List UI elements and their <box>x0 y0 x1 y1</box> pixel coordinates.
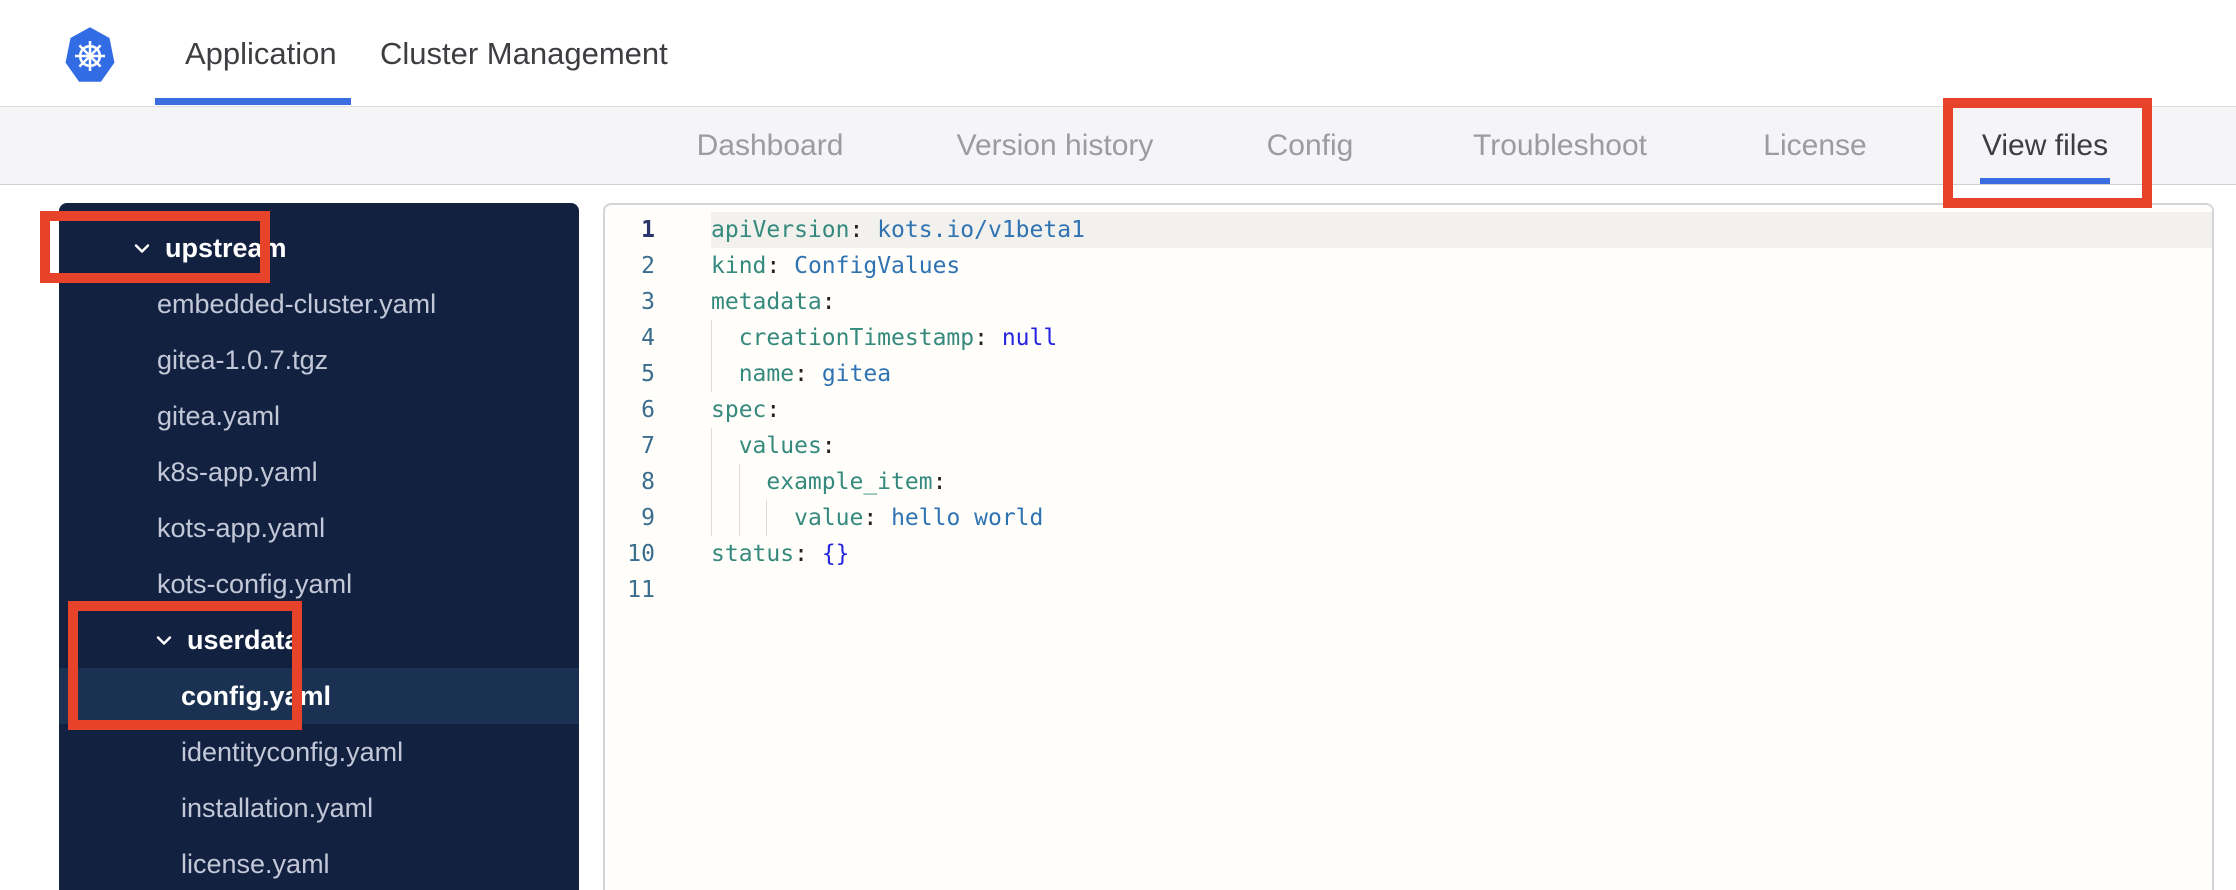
code-line-1: 1 apiVersion: kots.io/v1beta1 <box>605 212 2212 248</box>
tree-folder-userdata[interactable]: userdata <box>59 612 579 668</box>
line-number: 10 <box>627 541 655 567</box>
code-text[interactable]: metadata: <box>711 284 2212 320</box>
indent-guide <box>711 500 712 536</box>
subnav-config[interactable]: Config <box>1267 129 1354 163</box>
tree-item-label: k8s-app.yaml <box>157 456 318 487</box>
code-line-4: 4 creationTimestamp: null <box>605 320 2212 356</box>
app-header: Application Cluster Management <box>0 0 2236 107</box>
tree-item-label: identityconfig.yaml <box>181 736 404 767</box>
subnav-dashboard[interactable]: Dashboard <box>697 129 844 163</box>
code-text[interactable]: values: <box>711 428 2212 464</box>
line-number: 5 <box>641 361 655 387</box>
tree-item-label: userdata <box>187 624 300 655</box>
file-tree-sidebar: upstream embedded-cluster.yaml gitea-1.0.7… <box>59 203 579 890</box>
indent-guide <box>766 500 768 536</box>
code-line-8: 8 example_item: <box>605 464 2212 500</box>
tree-item-label: license.yaml <box>181 848 330 879</box>
helm-wheel-icon <box>74 40 106 72</box>
code-text[interactable]: kind: ConfigValues <box>711 248 2212 284</box>
indent-guide <box>738 464 740 500</box>
code-text[interactable]: status: {} <box>711 536 2212 572</box>
tree-item-label: embedded-cluster.yaml <box>157 288 437 319</box>
tree-item-label: kots-app.yaml <box>157 512 326 543</box>
code-line-2: 2 kind: ConfigValues <box>605 248 2212 284</box>
line-number: 11 <box>627 577 655 603</box>
tree-file-license.yaml[interactable]: license.yaml <box>59 836 579 890</box>
subnav-troubleshoot[interactable]: Troubleshoot <box>1473 129 1647 163</box>
subnav-version-history[interactable]: Version history <box>957 129 1154 163</box>
tab-application[interactable]: Application <box>185 36 337 72</box>
code-line-10: 10 status: {} <box>605 536 2212 572</box>
kubernetes-logo-icon <box>65 27 115 82</box>
line-number: 8 <box>641 469 655 495</box>
tree-item-label: config.yaml <box>181 680 332 711</box>
tree-file-kots-app.yaml[interactable]: kots-app.yaml <box>59 500 579 556</box>
active-tab-underline <box>155 98 351 105</box>
yaml-file-viewer[interactable]: 1 apiVersion: kots.io/v1beta1 2 kind: Confi… <box>603 203 2214 890</box>
code-lines: 1 apiVersion: kots.io/v1beta1 2 kind: Confi… <box>605 212 2212 608</box>
code-text[interactable]: creationTimestamp: null <box>711 320 2212 356</box>
code-line-5: 5 name: gitea <box>605 356 2212 392</box>
app-subnav: Dashboard Version history Config Trouble… <box>0 107 2236 185</box>
line-number: 4 <box>641 325 655 351</box>
tree-file-config.yaml[interactable]: config.yaml <box>59 668 579 724</box>
line-number: 3 <box>641 289 655 315</box>
line-number: 2 <box>641 253 655 279</box>
chevron-down-icon <box>156 636 172 645</box>
tree-item-label: kots-config.yaml <box>157 568 353 599</box>
tree-item-label: installation.yaml <box>181 792 374 823</box>
tree-folder-upstream[interactable]: upstream <box>59 220 579 276</box>
code-line-3: 3 metadata: <box>605 284 2212 320</box>
tree-file-k8s-app.yaml[interactable]: k8s-app.yaml <box>59 444 579 500</box>
tab-cluster-management[interactable]: Cluster Management <box>380 36 668 72</box>
active-subnav-underline <box>1980 178 2110 184</box>
code-line-7: 7 values: <box>605 428 2212 464</box>
tree-file-identityconfig.yaml[interactable]: identityconfig.yaml <box>59 724 579 780</box>
tree-item-label: gitea-1.0.7.tgz <box>157 344 329 375</box>
code-text[interactable]: value: hello world <box>711 500 2212 536</box>
tree-file-installation.yaml[interactable]: installation.yaml <box>59 780 579 836</box>
kots-admin-console: Application Cluster Management Dashboard… <box>0 0 2236 890</box>
tree-file-kots-config.yaml[interactable]: kots-config.yaml <box>59 556 579 612</box>
tree-file-embedded-cluster.yaml[interactable]: embedded-cluster.yaml <box>59 276 579 332</box>
tree-file-gitea.yaml[interactable]: gitea.yaml <box>59 388 579 444</box>
tree-item-label: gitea.yaml <box>157 400 281 431</box>
line-number: 7 <box>641 433 655 459</box>
code-line-11: 11 <box>605 572 2212 608</box>
indent-guide <box>711 320 712 356</box>
code-text[interactable]: name: gitea <box>711 356 2212 392</box>
indent-guide <box>711 464 712 500</box>
code-line-9: 9 value: hello world <box>605 500 2212 536</box>
line-number: 6 <box>641 397 655 423</box>
tree-item-label: upstream <box>165 232 287 263</box>
indent-guide <box>711 356 712 392</box>
indent-guide <box>738 500 740 536</box>
code-line-6: 6 spec: <box>605 392 2212 428</box>
line-number: 9 <box>641 505 655 531</box>
subnav-view-files[interactable]: View files <box>1982 129 2108 163</box>
code-text[interactable]: apiVersion: kots.io/v1beta1 <box>711 212 2212 248</box>
chevron-down-icon <box>134 244 150 253</box>
code-text[interactable]: spec: <box>711 392 2212 428</box>
code-text[interactable]: example_item: <box>711 464 2212 500</box>
indent-guide <box>711 428 712 464</box>
subnav-license[interactable]: License <box>1763 129 1866 163</box>
line-number: 1 <box>641 217 655 243</box>
tree-file-gitea-1.0.7.tgz[interactable]: gitea-1.0.7.tgz <box>59 332 579 388</box>
